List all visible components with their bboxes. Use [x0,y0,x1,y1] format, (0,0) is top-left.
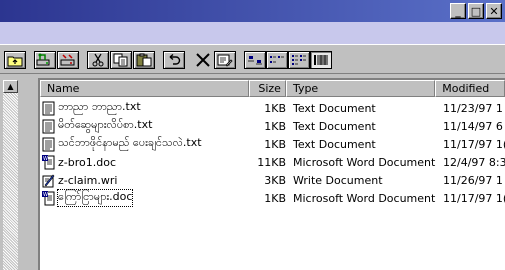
file-row[interactable]: ဘာညာ ဘာညာ.txt 1KB Text Document 11/23/97 1 [40,99,505,117]
svg-text:W: W [43,156,48,162]
paste-icon [136,53,152,67]
folder-tree-pane: ▲ [0,78,38,270]
file-name[interactable]: z-bro1.doc [58,156,116,169]
delete-button[interactable] [192,51,214,69]
cut-button[interactable] [87,51,109,69]
delete-icon [196,53,210,67]
file-modified: 11/26/97 1 [443,173,503,187]
file-size: 1KB [264,119,286,133]
scroll-up-button[interactable]: ▲ [3,80,18,93]
large-icons-view-icon [248,56,262,65]
column-header-size[interactable]: Size [249,80,286,97]
word-doc-icon: W [42,154,55,169]
file-row[interactable]: မိတ်ဆွေများလိပ်စာ.txt 1KB Text Document 11/… [40,117,505,135]
file-name-cell[interactable]: W ကြော်ငြာများ.doc [42,189,134,207]
file-modified: 11/17/97 1( [443,137,505,151]
window-controls: _ □ ✕ [448,3,502,19]
file-list: Name Size Type Modified ဘာညာ ဘာညာ.txt 1KB… [38,78,505,270]
cut-icon [92,53,104,67]
list-view-button[interactable] [288,51,310,69]
file-modified: 11/17/97 1( [443,191,505,205]
file-modified: 11/23/97 1 [443,101,503,115]
column-header-row: Name Size Type Modified [40,80,505,97]
map-drive-icon [36,53,50,66]
toolbar [0,44,505,74]
file-size: 3KB [264,173,286,187]
file-size: 1KB [264,191,286,205]
scrollbar-track[interactable] [3,93,18,270]
file-name[interactable]: မိတ်ဆွေများလိပ်စာ.txt [58,118,152,134]
file-size: 1KB [264,101,286,115]
file-row[interactable]: သင်ဘာဖိုင်နာမည် ပေးချင်သလဲ.txt 1KB Text Do… [40,135,505,153]
text-file-icon [42,119,55,133]
map-drive-button[interactable] [34,51,56,69]
file-name-cell[interactable]: Wz-bro1.doc [42,154,116,170]
file-size: 1KB [264,137,286,151]
file-type: Microsoft Word Document [293,155,436,169]
column-header-name[interactable]: Name [40,80,250,97]
copy-icon [113,53,128,67]
undo-button[interactable] [163,51,185,69]
properties-icon [217,54,233,67]
up-folder-icon [7,56,23,66]
list-view-icon [292,55,306,65]
title-bar: _ □ ✕ [0,0,505,22]
file-type: Write Document [293,173,383,187]
minimize-button[interactable]: _ [450,3,466,19]
file-type: Text Document [293,137,376,151]
file-name-cell[interactable]: သင်ဘာဖိုင်နာမည် ပေးချင်သလဲ.txt [42,136,202,152]
menu-bar [0,22,505,44]
large-icons-view-button[interactable] [244,51,266,69]
svg-text:W: W [43,192,48,198]
file-name-cell[interactable]: z-claim.wri [42,173,117,188]
file-name-cell[interactable]: မိတ်ဆွေများလိပ်စာ.txt [42,118,152,134]
file-name[interactable]: ကြော်ငြာများ.doc [56,189,134,207]
column-header-modified[interactable]: Modified [435,80,505,97]
paste-button[interactable] [133,51,155,69]
file-row[interactable]: Wz-bro1.doc 11KB Microsoft Word Document 12… [40,153,505,171]
file-name[interactable]: ဘာညာ ဘာညာ.txt [58,100,141,116]
small-icons-view-icon [270,56,284,63]
copy-button[interactable] [110,51,132,69]
disconnect-drive-icon [60,54,75,66]
properties-button[interactable] [214,51,236,69]
file-type: Text Document [293,119,376,133]
close-button[interactable]: ✕ [486,3,502,19]
maximize-button[interactable]: □ [468,3,484,19]
details-view-button[interactable] [310,51,332,69]
disconnect-drive-button[interactable] [57,51,79,69]
up-folder-button[interactable] [4,51,26,69]
file-modified: 12/4/97 8:3 [443,155,505,169]
file-row[interactable]: W ကြော်ငြာများ.doc 1KB Microsoft Word Docum… [40,189,505,207]
file-type: Microsoft Word Document [293,191,436,205]
column-header-type[interactable]: Type [285,80,436,97]
details-view-icon [314,55,328,65]
small-icons-view-button[interactable] [266,51,288,69]
word-doc-icon: W [42,190,55,205]
text-file-icon [42,101,55,115]
file-name[interactable]: သင်ဘာဖိုင်နာမည် ပေးချင်သလဲ.txt [58,136,202,152]
undo-icon [169,54,181,65]
file-modified: 11/14/97 6 [443,119,503,133]
file-size: 11KB [257,155,286,169]
file-name-cell[interactable]: ဘာညာ ဘာညာ.txt [42,100,141,116]
file-name[interactable]: z-claim.wri [58,174,117,187]
file-row[interactable]: z-claim.wri 3KB Write Document 11/26/97 1 [40,171,505,189]
file-type: Text Document [293,101,376,115]
write-doc-icon [42,174,55,187]
triangle-up-icon: ▲ [7,82,14,91]
text-file-icon [42,137,55,151]
